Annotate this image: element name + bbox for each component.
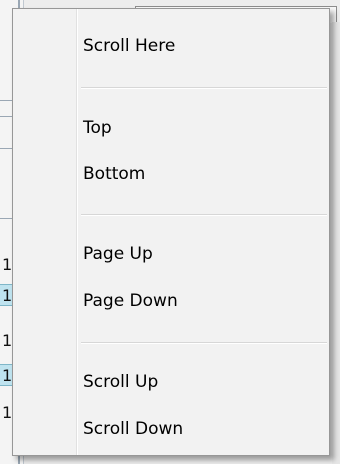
menu-item-scroll-here[interactable]: Scroll Here bbox=[83, 34, 175, 58]
menu-separator bbox=[81, 342, 327, 344]
menu-item-page-up[interactable]: Page Up bbox=[83, 242, 153, 266]
menu-item-scroll-down[interactable]: Scroll Down bbox=[83, 417, 183, 441]
menu-item-bottom[interactable]: Bottom bbox=[83, 162, 145, 186]
menu-item-scroll-up[interactable]: Scroll Up bbox=[83, 370, 158, 394]
menu-item-page-down[interactable]: Page Down bbox=[83, 289, 178, 313]
menu-separator bbox=[81, 87, 327, 89]
right-edge bbox=[332, 22, 340, 464]
menu-item-top[interactable]: Top bbox=[83, 116, 112, 140]
app-window: 1 1 1 1 1 Scroll Here Top Bottom Page Up… bbox=[0, 0, 340, 464]
menu-icon-gutter bbox=[13, 9, 78, 455]
menu-separator bbox=[81, 214, 327, 216]
scrollbar-context-menu: Scroll Here Top Bottom Page Up Page Down… bbox=[12, 8, 330, 456]
